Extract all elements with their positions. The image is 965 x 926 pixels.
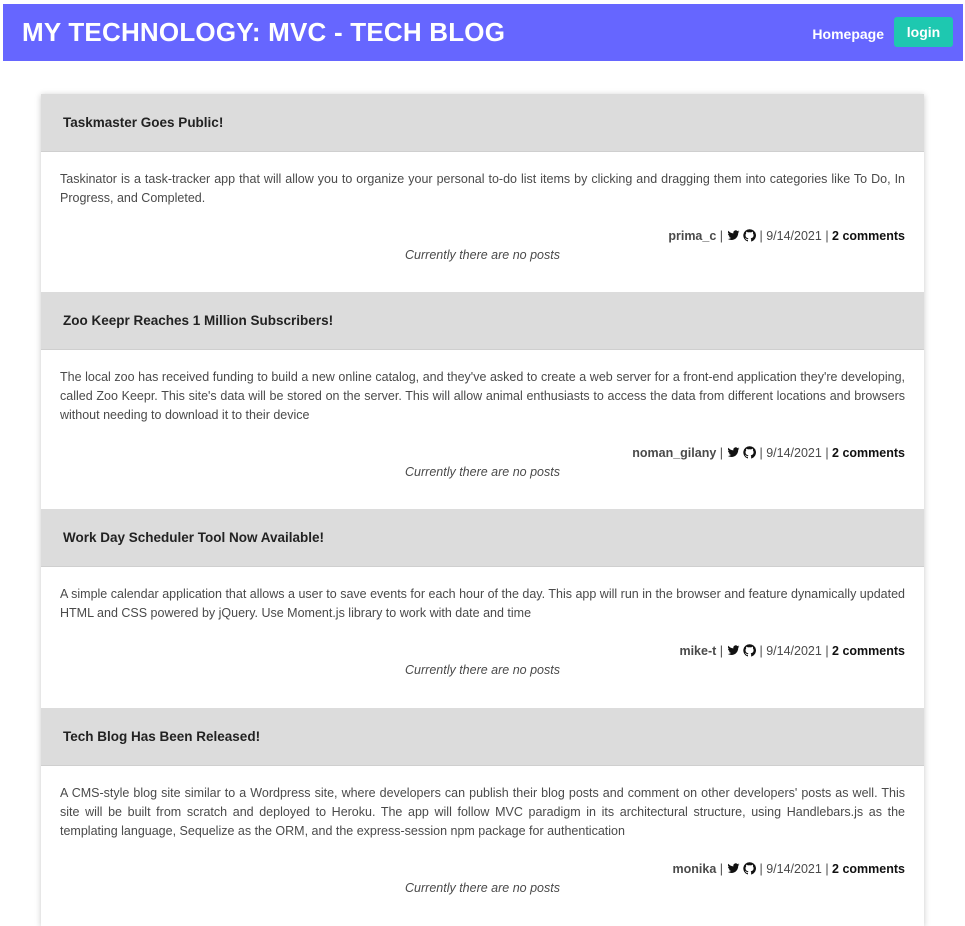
post-header[interactable]: Zoo Keepr Reaches 1 Million Subscribers! [41, 292, 924, 350]
github-icon[interactable] [743, 862, 756, 875]
post-author: monika [672, 862, 717, 876]
meta-separator: | [719, 862, 724, 876]
post-title[interactable]: Zoo Keepr Reaches 1 Million Subscribers! [63, 313, 333, 328]
post-date: 9/14/2021 [766, 229, 822, 243]
twitter-icon[interactable] [727, 229, 740, 242]
post-body: A CMS-style blog site similar to a Wordp… [41, 766, 924, 926]
post-card: Taskmaster Goes Public! Taskinator is a … [41, 94, 924, 292]
site-brand-title[interactable]: MY TECHNOLOGY: MVC - TECH BLOG [22, 17, 505, 48]
post-author: prima_c [668, 229, 717, 243]
meta-separator: | [719, 644, 724, 658]
post-title[interactable]: Taskmaster Goes Public! [63, 115, 223, 130]
post-body: Taskinator is a task-tracker app that wi… [41, 152, 924, 292]
comments-link[interactable]: 2 comments [832, 644, 905, 658]
meta-separator: | [825, 644, 829, 658]
meta-separator: | [825, 862, 829, 876]
post-content: A CMS-style blog site similar to a Wordp… [60, 786, 905, 838]
comments-link[interactable]: 2 comments [832, 862, 905, 876]
nav-links: Homepage login [812, 16, 953, 47]
post-card: Tech Blog Has Been Released! A CMS-style… [41, 708, 924, 926]
meta-separator: | [759, 446, 763, 460]
post-header[interactable]: Tech Blog Has Been Released! [41, 708, 924, 766]
no-posts-message: Currently there are no posts [405, 881, 560, 895]
github-icon[interactable] [743, 446, 756, 459]
navbar: MY TECHNOLOGY: MVC - TECH BLOG Homepage … [3, 4, 963, 61]
meta-separator: | [759, 229, 763, 243]
post-title[interactable]: Tech Blog Has Been Released! [63, 729, 260, 744]
post-date: 9/14/2021 [766, 644, 822, 658]
post-content: The local zoo has received funding to bu… [60, 370, 905, 422]
no-posts-message: Currently there are no posts [405, 248, 560, 262]
meta-separator: | [825, 229, 829, 243]
post-list: Taskmaster Goes Public! Taskinator is a … [41, 94, 924, 926]
post-header[interactable]: Taskmaster Goes Public! [41, 94, 924, 152]
meta-separator: | [825, 446, 829, 460]
comments-link[interactable]: 2 comments [832, 229, 905, 243]
github-icon[interactable] [743, 229, 756, 242]
post-author: noman_gilany [632, 446, 717, 460]
post-date: 9/14/2021 [766, 446, 822, 460]
github-icon[interactable] [743, 644, 756, 657]
meta-separator: | [759, 644, 763, 658]
meta-separator: | [759, 862, 763, 876]
post-meta: monika | | 9/14/2021 | 2 comments [60, 860, 905, 879]
post-title[interactable]: Work Day Scheduler Tool Now Available! [63, 530, 324, 545]
post-body: The local zoo has received funding to bu… [41, 350, 924, 509]
twitter-icon[interactable] [727, 862, 740, 875]
comments-link[interactable]: 2 comments [832, 446, 905, 460]
meta-separator: | [719, 446, 724, 460]
post-meta: prima_c | | 9/14/2021 | 2 comments [60, 227, 905, 246]
twitter-icon[interactable] [727, 446, 740, 459]
post-meta: mike-t | | 9/14/2021 | 2 comments [60, 642, 905, 661]
no-posts-message: Currently there are no posts [405, 663, 560, 677]
no-posts-message: Currently there are no posts [405, 465, 560, 479]
login-button[interactable]: login [894, 16, 953, 47]
post-content: A simple calendar application that allow… [60, 587, 905, 620]
post-card: Zoo Keepr Reaches 1 Million Subscribers!… [41, 292, 924, 509]
meta-separator: | [719, 229, 724, 243]
post-header[interactable]: Work Day Scheduler Tool Now Available! [41, 509, 924, 567]
homepage-link[interactable]: Homepage [812, 26, 884, 42]
post-body: A simple calendar application that allow… [41, 567, 924, 708]
post-author: mike-t [679, 644, 717, 658]
post-date: 9/14/2021 [766, 862, 822, 876]
twitter-icon[interactable] [727, 644, 740, 657]
post-content: Taskinator is a task-tracker app that wi… [60, 172, 905, 205]
post-meta: noman_gilany | | 9/14/2021 | 2 comments [60, 444, 905, 463]
post-card: Work Day Scheduler Tool Now Available! A… [41, 509, 924, 708]
